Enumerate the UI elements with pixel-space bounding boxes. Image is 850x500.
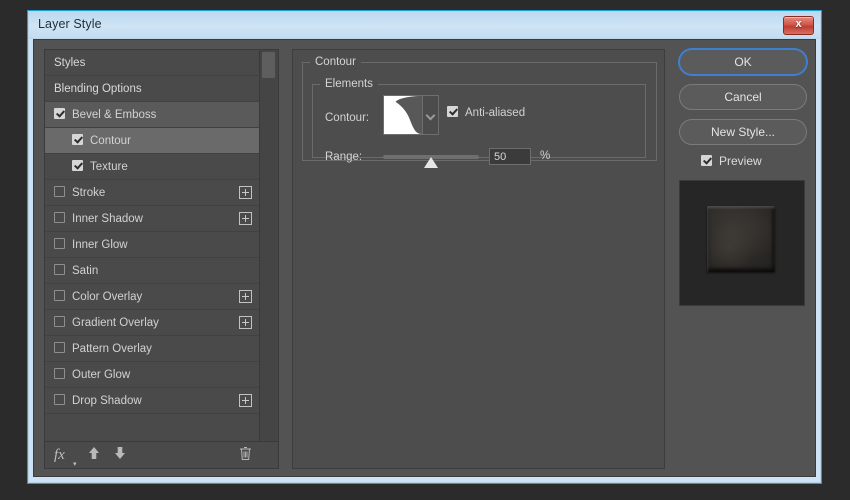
- styles-scrollbar[interactable]: [259, 50, 278, 441]
- close-icon: x: [795, 18, 802, 30]
- style-row-label: Texture: [90, 161, 128, 173]
- style-row-texture[interactable]: Texture: [45, 154, 260, 180]
- style-toggle-checkbox[interactable]: [54, 238, 65, 249]
- add-effect-plus-icon[interactable]: [239, 290, 252, 303]
- style-row-styles[interactable]: Styles: [45, 50, 260, 76]
- style-toggle-checkbox[interactable]: [54, 264, 65, 275]
- trash-glyph: [240, 447, 251, 460]
- style-row-label: Stroke: [72, 187, 106, 199]
- elements-group: Elements Contour: Anti-aliased Range: 50…: [312, 78, 646, 168]
- arrow-up-glyph: [89, 447, 99, 459]
- range-field-label: Range:: [325, 151, 363, 163]
- style-toggle-checkbox[interactable]: [54, 342, 65, 353]
- anti-aliased-checkbox[interactable]: Anti-aliased: [447, 106, 525, 119]
- ok-button[interactable]: OK: [679, 49, 807, 75]
- contour-curve-glyph: [384, 96, 422, 134]
- preview-check-glyph: [701, 155, 712, 166]
- style-row-label: Styles: [54, 57, 86, 69]
- arrow-down-icon[interactable]: [113, 446, 127, 466]
- scrollbar-thumb[interactable]: [262, 52, 275, 78]
- cancel-button[interactable]: Cancel: [679, 84, 807, 110]
- style-row-color-overlay[interactable]: Color Overlay: [45, 284, 260, 310]
- style-toggle-checkbox[interactable]: [72, 134, 83, 145]
- fx-menu-icon[interactable]: fx ▾: [54, 446, 77, 468]
- style-row-label: Inner Glow: [72, 239, 128, 251]
- style-row-outer-glow[interactable]: Outer Glow: [45, 362, 260, 388]
- dialog-actions: OK Cancel New Style... Preview: [679, 49, 811, 306]
- contour-field-label: Contour:: [325, 112, 370, 124]
- style-row-gradient-overlay[interactable]: Gradient Overlay: [45, 310, 260, 336]
- style-row-label: Contour: [90, 135, 131, 147]
- style-row-inner-glow[interactable]: Inner Glow: [45, 232, 260, 258]
- preview-checkbox[interactable]: Preview: [701, 154, 811, 168]
- window-title: Layer Style: [38, 17, 102, 31]
- anti-aliased-label: Anti-aliased: [465, 107, 526, 119]
- trash-icon[interactable]: [239, 446, 252, 466]
- add-effect-plus-icon[interactable]: [239, 212, 252, 225]
- style-row-label: Pattern Overlay: [72, 343, 152, 355]
- range-unit-label: %: [540, 150, 551, 162]
- preview-swatch: [707, 206, 775, 272]
- style-row-label: Outer Glow: [72, 369, 131, 381]
- contour-curve-thumbnail: [384, 96, 422, 134]
- contour-group-title: Contour: [315, 56, 356, 68]
- layer-style-dialog: Layer Style x Styles Blending Options Beve…: [28, 11, 821, 483]
- fx-label: fx: [54, 447, 65, 463]
- style-toggle-checkbox[interactable]: [54, 394, 65, 405]
- anti-aliased-check-glyph: [447, 106, 458, 117]
- style-row-satin[interactable]: Satin: [45, 258, 260, 284]
- contour-dropdown-arrow[interactable]: [422, 96, 438, 134]
- styles-toolbar: fx ▾: [45, 441, 278, 468]
- new-style-button[interactable]: New Style...: [679, 119, 807, 145]
- contour-group: Contour Elements Contour: Anti-aliased R…: [302, 56, 657, 168]
- add-effect-plus-icon[interactable]: [239, 316, 252, 329]
- chevron-down-icon: ▾: [73, 460, 77, 468]
- style-toggle-checkbox[interactable]: [54, 368, 65, 379]
- style-toggle-checkbox[interactable]: [54, 316, 65, 327]
- style-toggle-checkbox[interactable]: [54, 212, 65, 223]
- style-row-label: Satin: [72, 265, 99, 277]
- style-toggle-checkbox[interactable]: [54, 186, 65, 197]
- range-row: Range: %: [313, 148, 645, 168]
- title-bar[interactable]: Layer Style x: [29, 12, 820, 39]
- arrow-down-glyph: [115, 447, 125, 459]
- elements-group-title: Elements: [325, 78, 373, 90]
- style-row-label: Blending Options: [54, 83, 142, 95]
- preview-label: Preview: [719, 154, 762, 168]
- style-row-label: Drop Shadow: [72, 395, 142, 407]
- style-toggle-checkbox[interactable]: [72, 160, 83, 171]
- style-toggle-checkbox[interactable]: [54, 290, 65, 301]
- range-slider-thumb[interactable]: [424, 157, 438, 168]
- style-row-bevel-emboss[interactable]: Bevel & Emboss: [45, 102, 260, 128]
- dialog-body: Styles Blending Options Bevel & Emboss Cont…: [33, 39, 816, 477]
- contour-preset-picker[interactable]: [383, 95, 439, 135]
- style-row-label: Bevel & Emboss: [72, 109, 157, 121]
- styles-list-panel: Styles Blending Options Bevel & Emboss Cont…: [44, 49, 279, 469]
- range-slider[interactable]: [383, 155, 479, 168]
- desktop-backdrop: Layer Style x Styles Blending Options Beve…: [0, 0, 850, 500]
- style-row-drop-shadow[interactable]: Drop Shadow: [45, 388, 260, 414]
- arrow-up-icon[interactable]: [87, 446, 101, 466]
- add-effect-plus-icon[interactable]: [239, 394, 252, 407]
- range-input[interactable]: [489, 148, 531, 165]
- style-row-inner-shadow[interactable]: Inner Shadow: [45, 206, 260, 232]
- style-row-pattern-overlay[interactable]: Pattern Overlay: [45, 336, 260, 362]
- styles-list: Styles Blending Options Bevel & Emboss Cont…: [45, 50, 260, 441]
- style-toggle-checkbox[interactable]: [54, 108, 65, 119]
- close-button[interactable]: x: [783, 16, 814, 35]
- style-row-label: Color Overlay: [72, 291, 143, 303]
- style-row-label: Gradient Overlay: [72, 317, 159, 329]
- add-effect-plus-icon[interactable]: [239, 186, 252, 199]
- style-row-label: Inner Shadow: [72, 213, 143, 225]
- preview-thumbnail: [679, 180, 805, 306]
- style-row-blending-options[interactable]: Blending Options: [45, 76, 260, 102]
- style-row-stroke[interactable]: Stroke: [45, 180, 260, 206]
- contour-settings-panel: Contour Elements Contour: Anti-aliased R…: [292, 49, 665, 469]
- style-row-contour[interactable]: Contour: [45, 128, 260, 154]
